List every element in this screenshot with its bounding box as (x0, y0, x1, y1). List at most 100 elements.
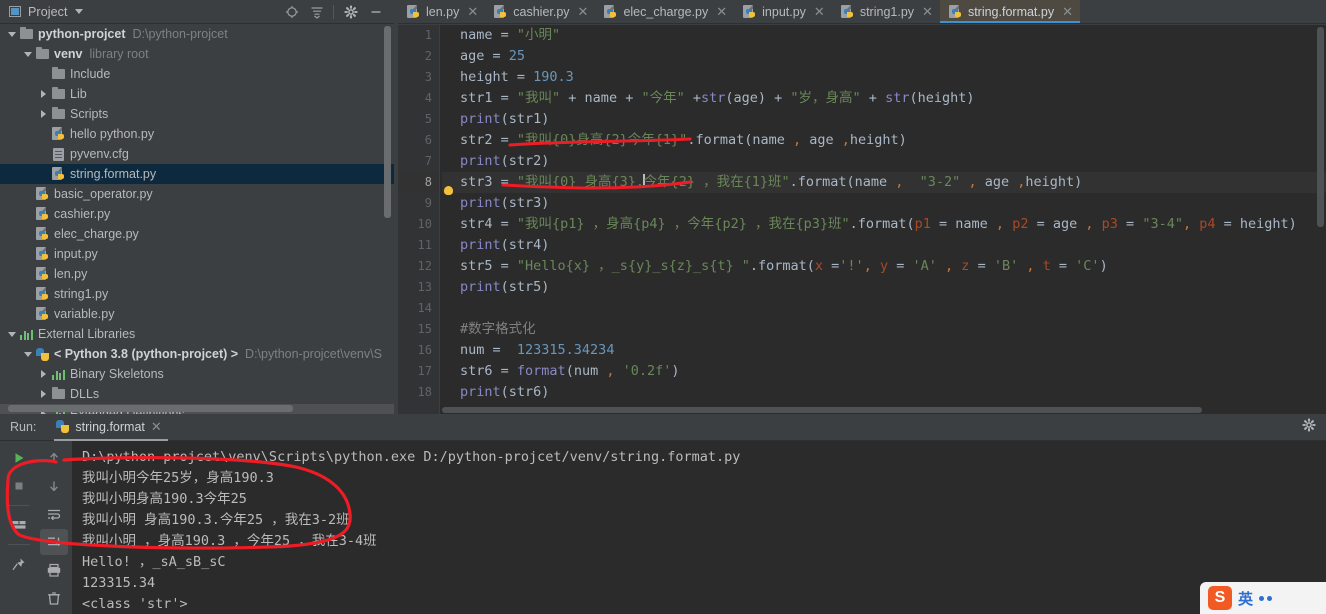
clear-all-icon[interactable] (40, 585, 68, 611)
tree-item-dlls[interactable]: DLLs (0, 384, 394, 404)
restore-layout-icon[interactable] (5, 512, 33, 538)
tree-item-variable-py[interactable]: variable.py (0, 304, 394, 324)
code-line[interactable]: age = 25 (442, 46, 1326, 67)
ime-status-widget[interactable]: S 英 (1200, 582, 1326, 614)
scroll-up-icon[interactable] (40, 445, 68, 471)
project-window-icon (8, 5, 22, 18)
editor-tab-string-format-py[interactable]: string.format.py ✕ (939, 0, 1081, 23)
close-icon[interactable]: ✕ (467, 5, 478, 18)
close-icon[interactable]: ✕ (716, 5, 727, 18)
pin-icon[interactable] (5, 551, 33, 577)
soft-wrap-icon[interactable] (40, 501, 68, 527)
tree-item-python-projcet[interactable]: python-projcet D:\python-projcet (0, 24, 394, 44)
run-icon[interactable] (5, 445, 33, 471)
code-line[interactable]: print(str2) (442, 151, 1326, 172)
code-editor[interactable]: 1 2 3 4 5 6 7 8 9 10 11 12 13 14 15 16 17 18 name = "小明" a… (398, 25, 1326, 414)
chevron-down-icon[interactable] (74, 9, 83, 14)
twisty-down-icon[interactable] (5, 331, 18, 337)
tree-item-label: Binary Skeletons (70, 367, 164, 381)
python-file-icon (34, 287, 51, 301)
tree-item-string-format-py[interactable]: string.format.py (0, 164, 394, 184)
collapse-all-icon[interactable] (304, 0, 329, 24)
code-line[interactable]: print(str4) (442, 235, 1326, 256)
ime-mode-label[interactable]: 英 (1238, 588, 1253, 609)
python-file-icon (50, 127, 67, 141)
stop-icon[interactable] (5, 473, 33, 499)
code-line[interactable]: print(str6) (442, 382, 1326, 403)
tree-item-label: string.format.py (70, 167, 157, 181)
tree-item-string1-py[interactable]: string1.py (0, 284, 394, 304)
locate-icon[interactable] (279, 0, 304, 24)
twisty-down-icon[interactable] (21, 51, 34, 57)
tree-item-input-py[interactable]: input.py (0, 244, 394, 264)
editor-line-number-gutter: 1 2 3 4 5 6 7 8 9 10 11 12 13 14 15 16 17 18 (398, 25, 440, 414)
twisty-right-icon[interactable] (37, 110, 50, 118)
tree-item-cashier-py[interactable]: cashier.py (0, 204, 394, 224)
code-line[interactable]: str4 = "我叫{p1} ，身高{p4} ，今年{p2} ，我在{p3}班"… (442, 214, 1326, 235)
editor-tab-string1-py[interactable]: string1.py ✕ (832, 0, 940, 23)
minimize-icon[interactable] (363, 0, 388, 24)
editor-tab-elec-charge-py[interactable]: elec_charge.py ✕ (595, 0, 734, 23)
run-settings-gear-icon[interactable] (1302, 417, 1316, 437)
line-number: 14 (417, 301, 432, 315)
code-line[interactable]: height = 190.3 (442, 67, 1326, 88)
editor-vertical-scrollbar[interactable] (1317, 27, 1324, 227)
scroll-down-icon[interactable] (40, 473, 68, 499)
code-line[interactable]: print(str1) (442, 109, 1326, 130)
tree-item-binary-skeletons[interactable]: Binary Skeletons (0, 364, 394, 384)
close-icon[interactable]: ✕ (578, 5, 589, 18)
tree-item-include[interactable]: Include (0, 64, 394, 84)
tree-item-label: < Python 3.8 (python-projcet) > (54, 347, 239, 361)
code-line[interactable] (442, 298, 1326, 319)
code-line[interactable]: str5 = "Hello{x} ，_s{y}_s{z}_s{t} ".form… (442, 256, 1326, 277)
run-configuration-tab[interactable]: string.format ✕ (54, 415, 169, 441)
project-tool-window: Project python-projcet D:\python-projcet v… (0, 0, 394, 414)
tree-item-python-3-8-python-projcet[interactable]: < Python 3.8 (python-projcet) > D:\python… (0, 344, 394, 364)
twisty-right-icon[interactable] (37, 90, 50, 98)
settings-gear-icon[interactable] (338, 0, 363, 24)
code-line[interactable]: str2 = "我叫{0}身高{2}今年{1}".format(name , a… (442, 130, 1326, 151)
editor-code-area[interactable]: name = "小明" age = 25 height = 190.3 str1 = … (442, 25, 1326, 414)
line-number: 11 (417, 238, 432, 252)
twisty-right-icon[interactable] (37, 390, 50, 398)
code-line[interactable]: print(str5) (442, 277, 1326, 298)
twisty-down-icon[interactable] (21, 351, 34, 357)
tree-item-basic-operator-py[interactable]: basic_operator.py (0, 184, 394, 204)
close-icon[interactable]: ✕ (151, 419, 162, 435)
close-icon[interactable]: ✕ (1062, 5, 1073, 18)
code-line[interactable]: print(str3) (442, 193, 1326, 214)
tree-item-len-py[interactable]: len.py (0, 264, 394, 284)
code-line[interactable]: num = 123315.34234 (442, 340, 1326, 361)
tree-item-scripts[interactable]: Scripts (0, 104, 394, 124)
tree-item-external-libraries[interactable]: External Libraries (0, 324, 394, 344)
folder-icon (50, 106, 67, 119)
tree-item-elec-charge-py[interactable]: elec_charge.py (0, 224, 394, 244)
editor-horizontal-scrollbar[interactable] (442, 407, 1202, 413)
tree-item-lib[interactable]: Lib (0, 84, 394, 104)
tree-item-venv[interactable]: venv library root (0, 44, 394, 64)
tree-item-hello-python-py[interactable]: hello python.py (0, 124, 394, 144)
tree-item-pyvenv-cfg[interactable]: pyvenv.cfg (0, 144, 394, 164)
twisty-right-icon[interactable] (37, 370, 50, 378)
run-console-output[interactable]: D:\python-projcet\venv\Scripts\python.ex… (72, 441, 1326, 614)
editor-tab-cashier-py[interactable]: cashier.py ✕ (485, 0, 595, 23)
python-file-icon (948, 4, 962, 19)
intention-bulb-icon[interactable] (444, 186, 453, 195)
close-icon[interactable]: ✕ (922, 5, 933, 18)
code-line[interactable]: str3 = "我叫{0} 身高{3}.今年{2} ，我在{1}班".forma… (442, 172, 1326, 193)
line-number: 15 (417, 322, 432, 336)
scroll-to-end-icon[interactable] (40, 529, 68, 555)
code-line[interactable]: str1 = "我叫" + name + "今年" +str(age) + "岁… (442, 88, 1326, 109)
project-horizontal-scrollbar[interactable] (8, 405, 293, 412)
project-tree[interactable]: python-projcet D:\python-projcet venv libra… (0, 24, 394, 414)
editor-tab-input-py[interactable]: input.py ✕ (734, 0, 832, 23)
code-line[interactable]: #数字格式化 (442, 319, 1326, 340)
tree-item-label: hello python.py (70, 127, 155, 141)
editor-tab-len-py[interactable]: len.py ✕ (398, 0, 485, 23)
close-icon[interactable]: ✕ (814, 5, 825, 18)
print-icon[interactable] (40, 557, 68, 583)
code-line[interactable]: name = "小明" (442, 25, 1326, 46)
code-line[interactable]: str6 = format(num , '0.2f') (442, 361, 1326, 382)
twisty-down-icon[interactable] (5, 31, 18, 37)
project-vertical-scrollbar[interactable] (384, 26, 391, 218)
